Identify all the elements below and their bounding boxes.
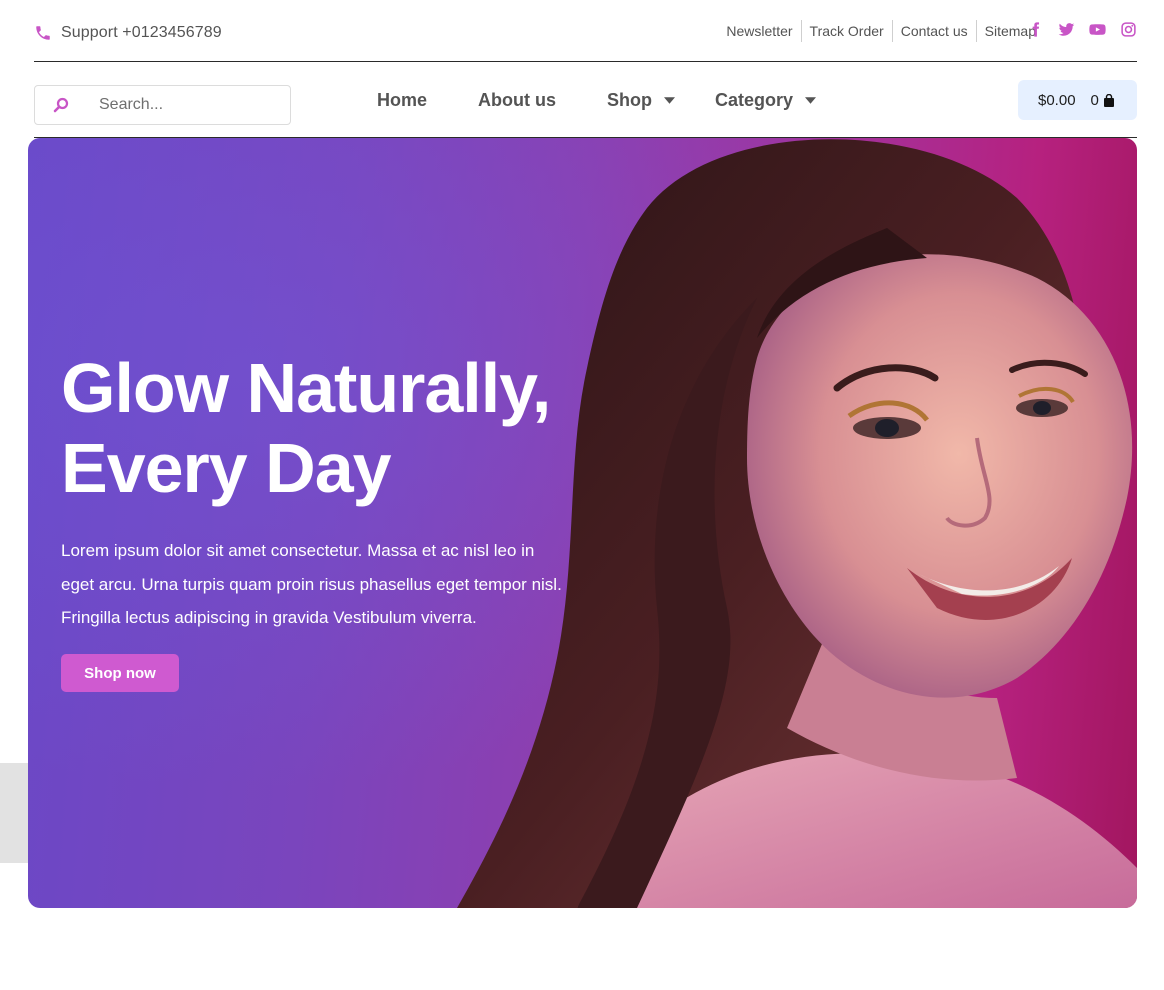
support-contact[interactable]: Support +0123456789: [34, 24, 222, 42]
hero-title: Glow Naturally, Every Day: [61, 348, 661, 508]
hero-banner: Glow Naturally, Every Day Lorem ipsum do…: [28, 138, 1137, 908]
nav-category-label: Category: [715, 89, 794, 110]
newsletter-link[interactable]: Newsletter: [718, 20, 800, 42]
cart-count: 0: [1090, 91, 1099, 109]
nav-shop-label: Shop: [607, 90, 653, 110]
top-links: Newsletter Track Order Contact us Sitema…: [718, 20, 1044, 42]
hero-description: Lorem ipsum dolor sit amet consectetur. …: [61, 541, 562, 627]
phone-icon: [36, 26, 50, 40]
track-order-link[interactable]: Track Order: [800, 20, 892, 42]
youtube-icon[interactable]: [1089, 21, 1106, 38]
nav-about-us-label: About us: [478, 90, 557, 110]
chevron-down-icon: [664, 97, 676, 104]
main-menu: Home About us Shop Category: [377, 90, 867, 111]
cart-total: $0.00: [1038, 91, 1076, 109]
search-input[interactable]: [99, 96, 269, 114]
nav-shop[interactable]: Shop: [607, 90, 676, 111]
hero-title-line-1: Glow Naturally,: [61, 349, 551, 427]
twitter-icon[interactable]: [1058, 21, 1075, 38]
main-navbar: Home About us Shop Category $0.00 0: [34, 63, 1137, 138]
shopping-bag-icon: [1103, 93, 1114, 107]
chevron-down-icon: [805, 96, 817, 104]
search-icon[interactable]: [52, 96, 70, 114]
hero-model-photo: [457, 139, 1137, 908]
nav-category[interactable]: Category: [715, 89, 817, 111]
support-phone-text: Support +0123456789: [61, 24, 222, 41]
social-links: [1027, 21, 1137, 38]
contact-us-link[interactable]: Contact us: [891, 20, 976, 42]
search-box[interactable]: [34, 85, 291, 125]
shop-now-button[interactable]: Shop now: [61, 654, 179, 692]
hero-title-line-2: Every Day: [61, 429, 392, 507]
nav-home[interactable]: Home: [377, 90, 427, 111]
facebook-icon[interactable]: [1027, 21, 1044, 38]
instagram-icon[interactable]: [1120, 21, 1137, 38]
nav-home-label: Home: [377, 90, 428, 110]
side-panel-tab[interactable]: [0, 763, 28, 863]
cart-button[interactable]: $0.00 0: [1018, 80, 1137, 120]
nav-about-us[interactable]: About us: [478, 90, 556, 111]
